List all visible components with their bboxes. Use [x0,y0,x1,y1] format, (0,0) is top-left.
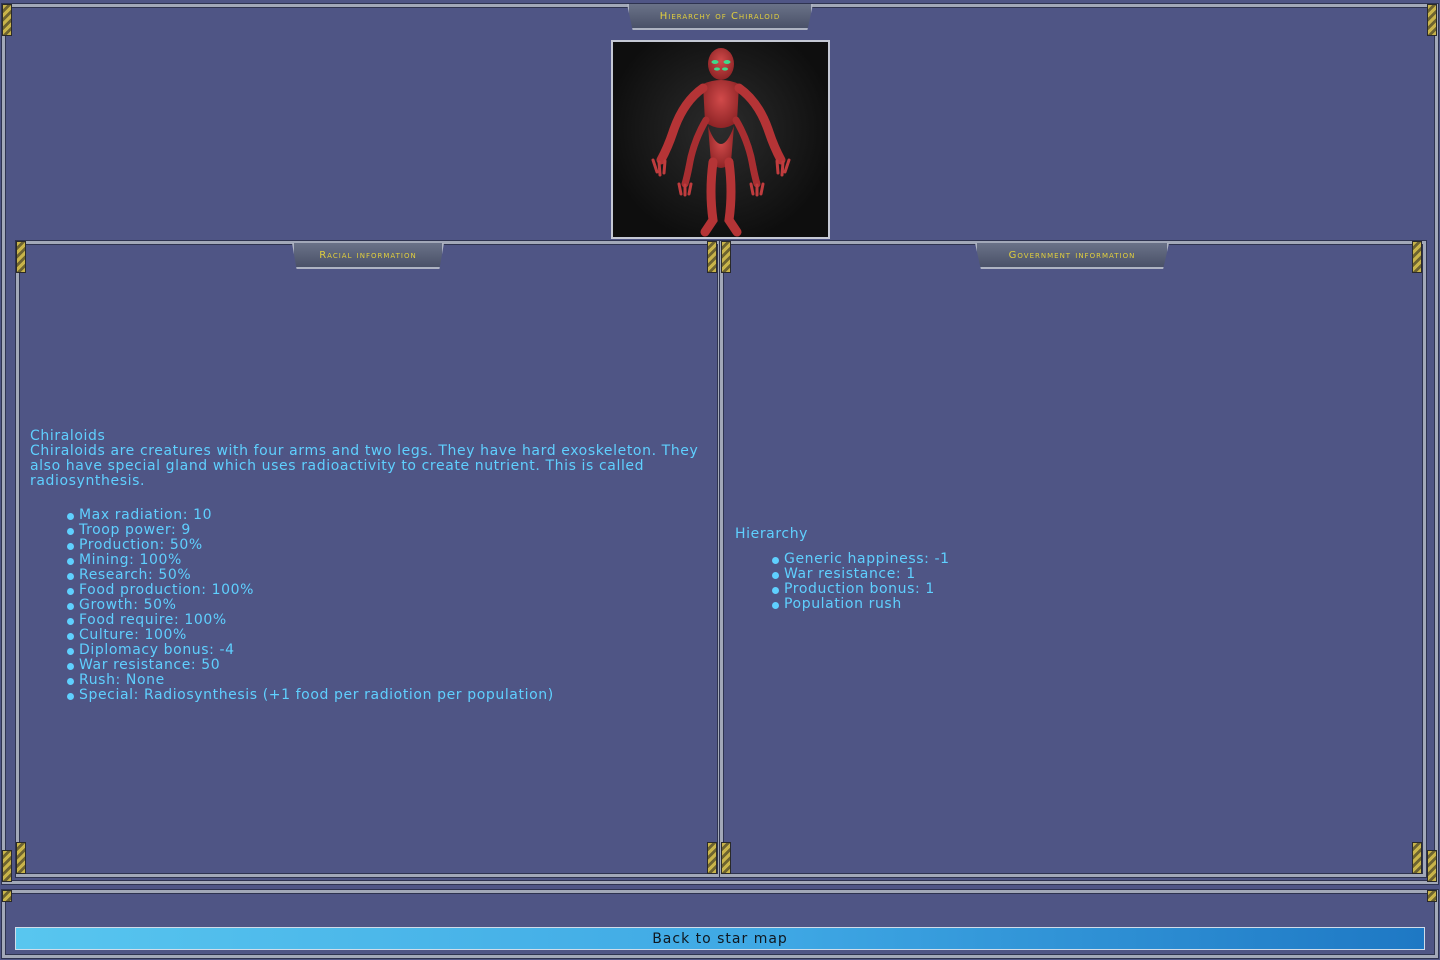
list-item: Food production: 100% [66,583,710,598]
race-description: Chiraloids are creatures with four arms … [30,443,699,489]
list-item: Production bonus: 1 [771,582,1415,597]
list-item: Research: 50% [66,568,710,583]
list-item: War resistance: 50 [66,658,710,673]
list-item: Population rush [771,597,1415,612]
frame-corner-decoration [16,842,26,874]
government-name: Hierarchy [735,526,809,542]
frame-corner-decoration [707,241,717,273]
back-to-star-map-button[interactable]: Back to star map [15,927,1425,950]
list-item: Food require: 100% [66,613,710,628]
frame-corner-decoration [1427,890,1437,902]
government-info-content: Hierarchy Generic happiness: -1 War resi… [735,527,1415,612]
racial-info-content: Chiraloids Chiraloids are creatures with… [30,429,710,703]
frame-corner-decoration [2,850,12,882]
list-item: Mining: 100% [66,553,710,568]
list-item: Growth: 50% [66,598,710,613]
list-item: Troop power: 9 [66,523,710,538]
race-name: Chiraloids [30,428,106,444]
frame-corner-decoration [1427,850,1437,882]
frame-corner-decoration [721,241,731,273]
list-item: Special: Radiosynthesis (+1 food per rad… [66,688,710,703]
list-item: Generic happiness: -1 [771,552,1415,567]
frame-corner-decoration [2,890,12,902]
frame-corner-decoration [1412,241,1422,273]
frame-corner-decoration [1412,842,1422,874]
race-stats-list: Max radiation: 10 Troop power: 9 Product… [66,508,710,703]
frame-corner-decoration [707,842,717,874]
window-title: Hierarchy of Chiraloid [627,4,813,30]
list-item: War resistance: 1 [771,567,1415,582]
frame-corner-decoration [2,4,12,36]
race-portrait [611,40,830,239]
racial-info-title: Racial information [292,243,444,269]
list-item: Rush: None [66,673,710,688]
government-stats-list: Generic happiness: -1 War resistance: 1 … [771,552,1415,612]
frame-corner-decoration [16,241,26,273]
list-item: Max radiation: 10 [66,508,710,523]
chiraloid-creature-image [651,48,791,237]
frame-corner-decoration [721,842,731,874]
list-item: Diplomacy bonus: -4 [66,643,710,658]
list-item: Culture: 100% [66,628,710,643]
government-info-title: Government information [975,243,1169,269]
frame-corner-decoration [1427,4,1437,36]
list-item: Production: 50% [66,538,710,553]
